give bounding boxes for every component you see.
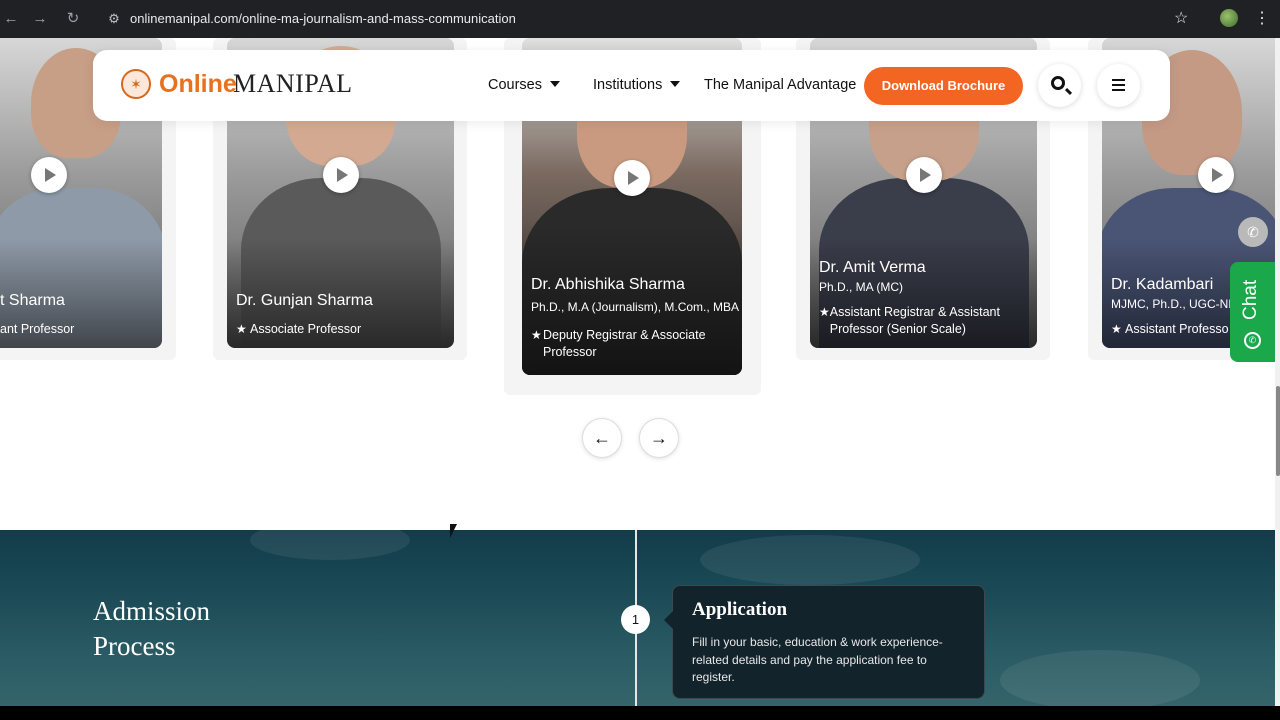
- nav-institutions[interactable]: Institutions: [593, 77, 681, 93]
- call-button[interactable]: ✆: [1238, 217, 1268, 247]
- faculty-qualification: Ph.D., MA (MC): [819, 280, 904, 294]
- faculty-role: ant Professor: [0, 322, 75, 336]
- faculty-qualification: MJMC, Ph.D., UGC-NE: [1111, 297, 1237, 311]
- faculty-role: ★ Assistant Professo: [1111, 322, 1229, 336]
- carousel-prev-button[interactable]: ←: [582, 418, 622, 458]
- scrollbar-track[interactable]: [1275, 38, 1280, 706]
- play-video-icon[interactable]: [906, 157, 942, 193]
- admission-section: Admission Process 1 Application Fill in …: [0, 530, 1275, 706]
- faculty-name: Dr. Abhishika Sharma: [531, 276, 685, 293]
- faculty-name: Dr. Kadambari: [1111, 276, 1214, 293]
- star-icon: ★: [236, 322, 247, 336]
- logo-manipal[interactable]: MANIPAL: [233, 69, 353, 99]
- chat-button[interactable]: Chat ✆: [1230, 262, 1275, 362]
- phone-icon: ✆: [1247, 224, 1259, 240]
- site-settings-icon[interactable]: ⚙: [104, 9, 124, 29]
- chat-label: Chat: [1240, 279, 1261, 321]
- star-icon: ★: [1111, 322, 1122, 336]
- chevron-down-icon: [670, 81, 681, 87]
- profile-avatar[interactable]: [1220, 9, 1238, 27]
- browser-toolbar: ← → ↻ ⚙ onlinemanipal.com/online-ma-jour…: [0, 0, 1280, 38]
- faculty-qualification: Ph.D., M.A (Journalism), M.Com., MBA: [531, 300, 740, 314]
- step-card: Application Fill in your basic, educatio…: [664, 585, 985, 699]
- menu-button[interactable]: [1097, 64, 1140, 107]
- scrollbar-thumb[interactable]: [1276, 386, 1280, 476]
- step-number: 1: [621, 605, 650, 634]
- search-button[interactable]: [1038, 64, 1081, 107]
- nav-manipal-advantage[interactable]: The Manipal Advantage: [704, 77, 856, 93]
- faculty-name: t Sharma: [0, 292, 65, 309]
- star-icon: ★: [531, 328, 542, 342]
- manipal-seal-icon: ✶: [121, 69, 151, 99]
- logo-online[interactable]: Online: [159, 70, 237, 99]
- faculty-name: Dr. Amit Verma: [819, 259, 926, 276]
- faculty-role: ★ Deputy Registrar & Associate Professor: [531, 328, 706, 359]
- bookmark-star-icon[interactable]: ☆: [1174, 8, 1188, 28]
- play-video-icon[interactable]: [614, 160, 650, 196]
- nav-courses[interactable]: Courses: [488, 77, 560, 93]
- star-icon: ★: [819, 305, 830, 319]
- faculty-name: Dr. Gunjan Sharma: [236, 292, 373, 309]
- mouse-cursor-icon: [450, 524, 457, 538]
- reload-icon[interactable]: ↻: [62, 8, 84, 30]
- download-brochure-button[interactable]: Download Brochure: [864, 67, 1023, 105]
- admission-title: Admission Process: [93, 596, 211, 661]
- play-video-icon[interactable]: [1198, 157, 1234, 193]
- play-video-icon[interactable]: [31, 157, 67, 193]
- carousel-next-button[interactable]: →: [639, 418, 679, 458]
- arrow-left-icon: ←: [593, 428, 611, 448]
- search-icon: [1051, 76, 1065, 90]
- bottom-edge: [0, 706, 1280, 720]
- step-description: Fill in your basic, education & work exp…: [692, 635, 943, 684]
- whatsapp-icon: ✆: [1244, 332, 1261, 349]
- browser-menu-icon[interactable]: ⋮: [1254, 8, 1270, 28]
- step-title: Application: [692, 599, 788, 620]
- play-video-icon[interactable]: [323, 157, 359, 193]
- faculty-role: ★ Associate Professor: [236, 322, 362, 336]
- url-text[interactable]: onlinemanipal.com/online-ma-journalism-a…: [130, 11, 516, 26]
- faculty-role: ★ Assistant Registrar & Assistant Profess…: [819, 305, 1000, 336]
- arrow-right-icon: →: [650, 428, 668, 448]
- chevron-down-icon: [550, 81, 560, 87]
- forward-icon[interactable]: →: [29, 8, 51, 30]
- site-header: ✶ Online MANIPAL Courses Institutions Th…: [93, 50, 1170, 121]
- back-icon[interactable]: ←: [0, 8, 22, 30]
- hamburger-icon: [1112, 79, 1125, 91]
